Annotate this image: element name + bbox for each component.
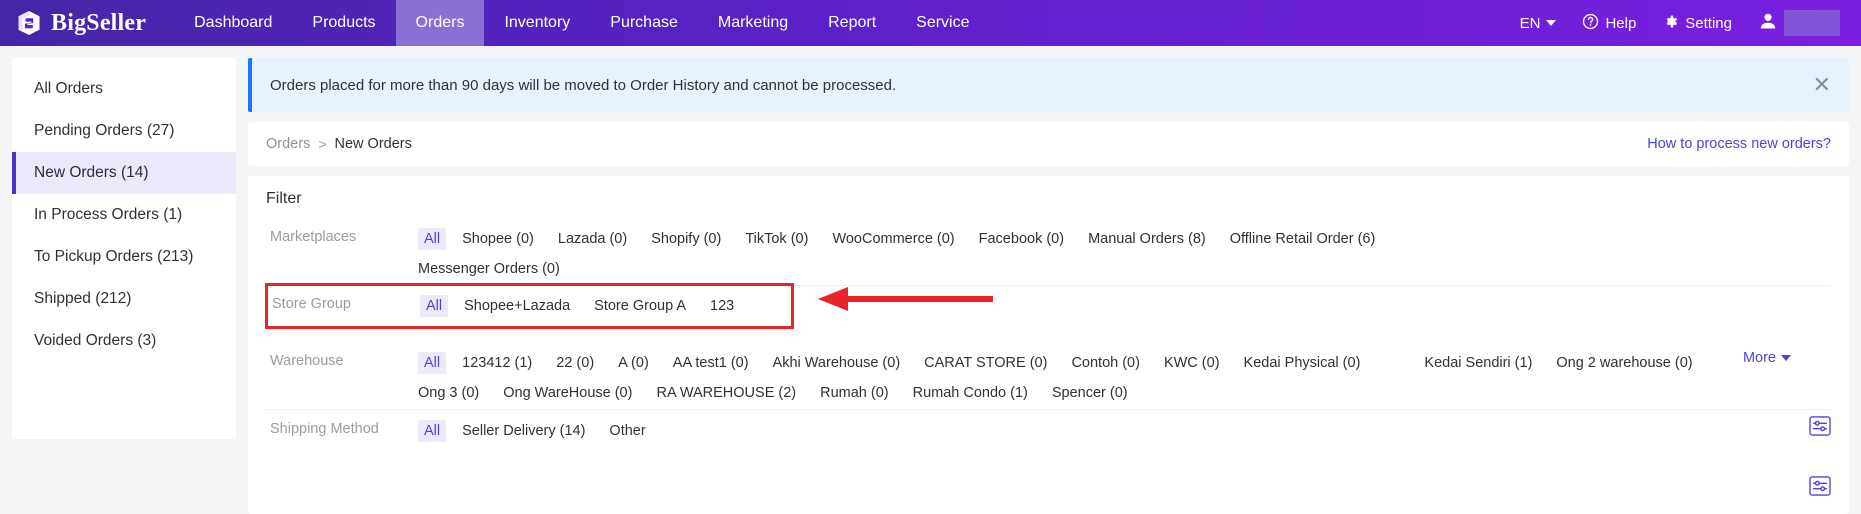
filter-option-warehouse-ong-2[interactable]: Ong 2 warehouse (0) (1556, 353, 1692, 373)
filter-option-warehouse-kedai-sendiri[interactable]: Kedai Sendiri (1) (1424, 353, 1532, 373)
filter-option-messenger-orders[interactable]: Messenger Orders (0) (418, 259, 1831, 279)
filter-row-marketplaces: Marketplaces All Shopee (0) Lazada (0) S… (266, 222, 1831, 286)
filter-row-warehouse: Warehouse All 123412 (1) 22 (0) A (0) AA… (266, 342, 1831, 410)
filter-option-offline-retail-order[interactable]: Offline Retail Order (6) (1230, 229, 1376, 249)
filter-option-warehouse-ong-3[interactable]: Ong 3 (0) (418, 383, 479, 403)
sidebar-item-all-orders[interactable]: All Orders (12, 68, 236, 110)
filter-options-store-group: All Shopee+Lazada Store Group A 123 (420, 295, 791, 317)
setting-label: Setting (1685, 14, 1732, 32)
help-button[interactable]: Help (1571, 0, 1647, 46)
filter-option-manual-orders[interactable]: Manual Orders (8) (1088, 229, 1206, 249)
breadcrumb: Orders > New Orders How to process new o… (248, 122, 1849, 166)
filter-label-store-group: Store Group (272, 296, 351, 312)
warehouse-more-button[interactable]: More (1743, 350, 1791, 366)
filter-option-warehouse-a[interactable]: A (0) (618, 353, 649, 373)
page-body: All Orders Pending Orders (27) New Order… (0, 46, 1861, 514)
filter-options-warehouse: All 123412 (1) 22 (0) A (0) AA test1 (0)… (418, 352, 1831, 403)
account-name-placeholder (1784, 10, 1840, 36)
nav-item-orders[interactable]: Orders (395, 0, 485, 46)
brand-logo-area[interactable]: BigSeller (0, 10, 174, 37)
sidebar-item-in-process-orders[interactable]: In Process Orders (1) (12, 194, 236, 236)
filter-option-shopee-plus-lazada[interactable]: Shopee+Lazada (464, 296, 570, 316)
filter-option-store-group-all[interactable]: All (420, 295, 449, 317)
nav-item-report[interactable]: Report (808, 0, 896, 46)
top-navigation-bar: BigSeller Dashboard Products Orders Inve… (0, 0, 1861, 46)
filter-option-store-group-123[interactable]: 123 (710, 296, 734, 316)
filter-row-store-group: Store Group All Shopee+Lazada Store Grou… (265, 283, 794, 329)
filter-option-facebook[interactable]: Facebook (0) (979, 229, 1064, 249)
filter-option-woocommerce[interactable]: WooCommerce (0) (832, 229, 954, 249)
filter-label-marketplaces: Marketplaces (270, 229, 357, 245)
filter-option-warehouse-22[interactable]: 22 (0) (556, 353, 594, 373)
question-circle-icon (1582, 13, 1599, 34)
filter-option-warehouse-kedai-physical[interactable]: Kedai Physical (0) (1244, 353, 1361, 373)
filter-option-warehouse-123412[interactable]: 123412 (1) (462, 353, 532, 373)
nav-item-marketing[interactable]: Marketing (698, 0, 808, 46)
sidebar-item-to-pickup-orders[interactable]: To Pickup Orders (213) (12, 236, 236, 278)
user-account-button[interactable] (1747, 0, 1851, 46)
filter-option-shipping-all[interactable]: All (418, 420, 447, 442)
filter-option-warehouse-ong-warehouse[interactable]: Ong WareHouse (0) (503, 383, 632, 403)
shipping-method-settings-icon[interactable] (1809, 416, 1831, 436)
orders-sidebar: All Orders Pending Orders (27) New Order… (12, 58, 236, 439)
nav-item-service[interactable]: Service (896, 0, 989, 46)
language-selector[interactable]: EN (1509, 0, 1568, 46)
filter-option-warehouse-contoh[interactable]: Contoh (0) (1071, 353, 1140, 373)
filter-option-warehouse-ra[interactable]: RA WAREHOUSE (2) (656, 383, 796, 403)
nav-item-inventory[interactable]: Inventory (484, 0, 590, 46)
filter-option-seller-delivery[interactable]: Seller Delivery (14) (462, 421, 585, 441)
filter-label-shipping-method: Shipping Method (270, 421, 379, 437)
order-history-notice-banner: Orders placed for more than 90 days will… (248, 58, 1849, 112)
gear-icon (1662, 13, 1679, 34)
filter-option-shopify[interactable]: Shopify (0) (651, 229, 721, 249)
how-to-process-new-orders-link[interactable]: How to process new orders? (1647, 136, 1831, 152)
nav-item-products[interactable]: Products (292, 0, 395, 46)
filter-option-warehouse-akhi[interactable]: Akhi Warehouse (0) (773, 353, 901, 373)
filter-option-tiktok[interactable]: TikTok (0) (745, 229, 808, 249)
filter-option-warehouse-carat-store[interactable]: CARAT STORE (0) (924, 353, 1047, 373)
chevron-down-icon (1781, 355, 1791, 361)
brand-name: BigSeller (51, 9, 147, 36)
filter-option-warehouse-rumah-condo[interactable]: Rumah Condo (1) (913, 383, 1028, 403)
sidebar-item-new-orders[interactable]: New Orders (14) (12, 152, 236, 194)
help-label: Help (1605, 14, 1637, 32)
filter-options-marketplaces: All Shopee (0) Lazada (0) Shopify (0) Ti… (418, 228, 1831, 279)
breadcrumb-current: New Orders (334, 136, 412, 152)
language-label: EN (1519, 14, 1541, 32)
filter-option-store-group-a[interactable]: Store Group A (594, 296, 686, 316)
filter-option-lazada[interactable]: Lazada (0) (558, 229, 627, 249)
filter-option-warehouse-kwc[interactable]: KWC (0) (1164, 353, 1220, 373)
store-group-settings-icon[interactable] (1809, 476, 1831, 501)
user-avatar-icon (1758, 11, 1778, 35)
filter-option-warehouse-aa-test1[interactable]: AA test1 (0) (673, 353, 749, 373)
filter-label-warehouse: Warehouse (270, 353, 344, 369)
sidebar-item-pending-orders[interactable]: Pending Orders (27) (12, 110, 236, 152)
filter-options-shipping-method: All Seller Delivery (14) Other (418, 420, 1831, 442)
setting-button[interactable]: Setting (1651, 0, 1743, 46)
breadcrumb-separator: > (318, 136, 327, 152)
filter-option-shipping-other[interactable]: Other (609, 421, 645, 441)
nav-item-purchase[interactable]: Purchase (590, 0, 698, 46)
filter-option-shopee[interactable]: Shopee (0) (462, 229, 534, 249)
breadcrumb-parent[interactable]: Orders (266, 136, 310, 152)
notice-text: Orders placed for more than 90 days will… (270, 76, 897, 94)
close-icon[interactable]: ✕ (1813, 74, 1831, 96)
nav-item-dashboard[interactable]: Dashboard (174, 0, 292, 46)
more-label: More (1742, 350, 1776, 366)
sidebar-item-voided-orders[interactable]: Voided Orders (3) (12, 320, 236, 362)
main-nav-items: Dashboard Products Orders Inventory Purc… (174, 0, 989, 46)
filter-option-warehouse-spencer[interactable]: Spencer (0) (1052, 383, 1128, 403)
chevron-down-icon (1546, 20, 1557, 26)
main-content: Orders placed for more than 90 days will… (248, 58, 1861, 514)
filter-panel: Filter Marketplaces All Shopee (0) Lazad… (248, 176, 1849, 514)
top-nav-right-area: EN Help Setting (1509, 0, 1851, 46)
filter-row-shipping-method: Shipping Method All Seller Delivery (14)… (266, 410, 1831, 448)
sidebar-item-shipped[interactable]: Shipped (212) (12, 278, 236, 320)
filter-option-warehouse-rumah[interactable]: Rumah (0) (820, 383, 889, 403)
filter-title: Filter (266, 190, 302, 207)
bigseller-logo-icon (16, 10, 42, 36)
filter-option-marketplaces-all[interactable]: All (418, 228, 447, 250)
filter-option-warehouse-all[interactable]: All (418, 352, 447, 374)
